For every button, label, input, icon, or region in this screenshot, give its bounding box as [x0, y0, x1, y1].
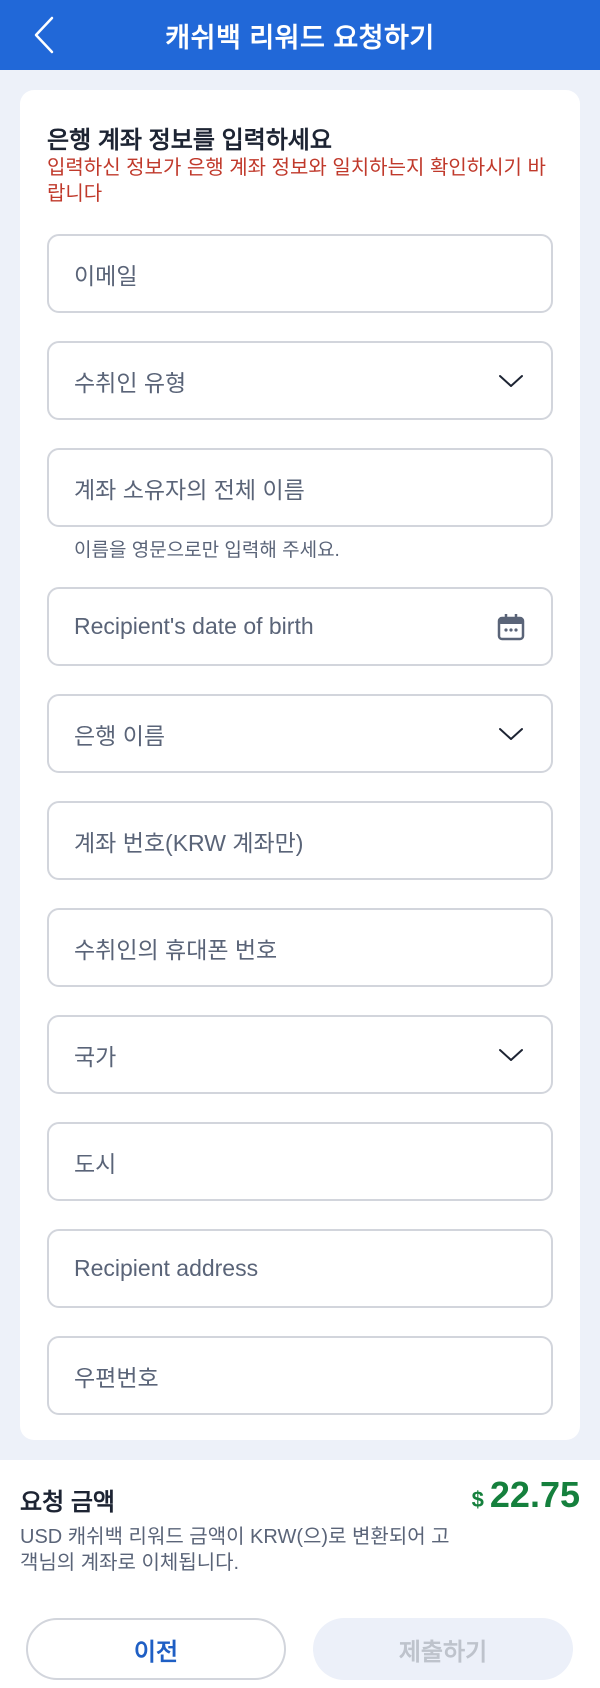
chevron-down-icon: [497, 367, 525, 395]
email-input[interactable]: 이메일: [47, 234, 553, 313]
recipient-type-placeholder: 수취인 유형: [74, 369, 187, 396]
recipient-type-select[interactable]: 수취인 유형: [47, 341, 553, 420]
back-button[interactable]: [24, 10, 64, 60]
request-amount-label: 요청 금액: [20, 1489, 115, 1516]
bank-name-select[interactable]: 은행 이름: [47, 694, 553, 773]
recipient-phone-placeholder: 수취인의 휴대폰 번호: [74, 936, 278, 963]
bank-name-placeholder: 은행 이름: [74, 722, 166, 749]
form-warning: 입력하신 정보가 은행 계좌 정보와 일치하는지 확인하시기 바랍니다: [47, 157, 546, 205]
recipient-phone-input[interactable]: 수취인의 휴대폰 번호: [47, 908, 553, 987]
city-input[interactable]: 도시: [47, 1122, 553, 1201]
recipient-address-placeholder: Recipient address: [74, 1255, 259, 1281]
submit-button[interactable]: 제출하기: [313, 1618, 573, 1680]
country-placeholder: 국가: [74, 1043, 117, 1070]
chevron-down-icon: [497, 720, 525, 748]
conversion-description: USD 캐쉬백 리워드 금액이 KRW(으)로 변환되어 고객님의 계좌로 이체…: [20, 1526, 450, 1574]
name-helper-text: 이름을 영문으로만 입력해 주세요.: [74, 540, 340, 561]
form-title: 은행 계좌 정보를 입력하세요: [47, 127, 332, 154]
currency-symbol: $: [471, 1487, 484, 1512]
request-summary: 요청 금액 $ 22.75 USD 캐쉬백 리워드 금액이 KRW(으)로 변환…: [0, 1460, 600, 1688]
email-placeholder: 이메일: [74, 262, 138, 289]
date-of-birth-placeholder: Recipient's date of birth: [74, 613, 314, 639]
account-number-placeholder: 계좌 번호(KRW 계좌만): [74, 829, 304, 856]
calendar-icon[interactable]: [497, 613, 525, 641]
account-holder-name-input[interactable]: 계좌 소유자의 전체 이름: [47, 448, 553, 527]
app-header: 캐쉬백 리워드 요청하기: [0, 0, 600, 70]
account-holder-name-placeholder: 계좌 소유자의 전체 이름: [74, 476, 305, 503]
page-title: 캐쉬백 리워드 요청하기: [165, 22, 435, 53]
chevron-down-icon: [497, 1041, 525, 1069]
recipient-address-input[interactable]: Recipient address: [47, 1229, 553, 1308]
postal-code-placeholder: 우편번호: [74, 1364, 159, 1391]
chevron-left-icon: [34, 16, 54, 54]
request-amount: $ 22.75: [472, 1474, 580, 1516]
date-of-birth-input[interactable]: Recipient's date of birth: [47, 587, 553, 666]
previous-button[interactable]: 이전: [26, 1618, 286, 1680]
bank-info-form: 은행 계좌 정보를 입력하세요 입력하신 정보가 은행 계좌 정보와 일치하는지…: [20, 90, 580, 1440]
account-number-input[interactable]: 계좌 번호(KRW 계좌만): [47, 801, 553, 880]
country-select[interactable]: 국가: [47, 1015, 553, 1094]
city-placeholder: 도시: [74, 1150, 117, 1177]
postal-code-input[interactable]: 우편번호: [47, 1336, 553, 1415]
amount-value: 22.75: [489, 1474, 580, 1515]
